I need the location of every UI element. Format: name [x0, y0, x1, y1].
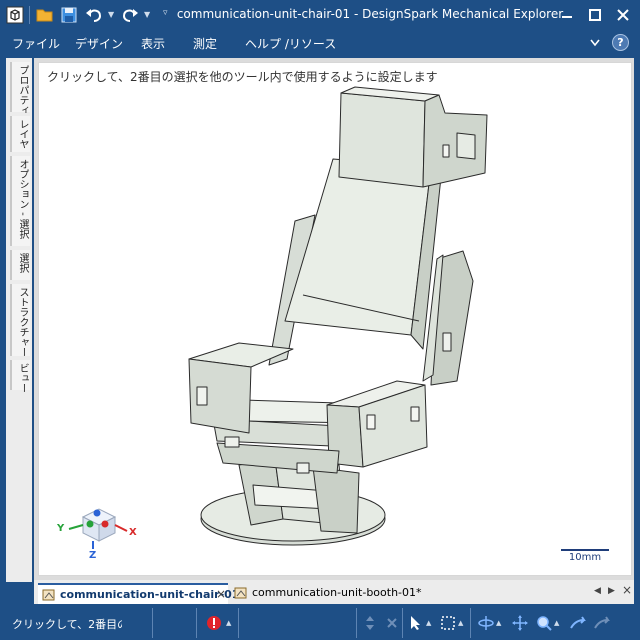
window-title: communication-unit-chair-01 - DesignSpar…: [176, 7, 564, 21]
zoom-icon[interactable]: [536, 615, 552, 631]
orbit-dropdown[interactable]: ▲: [496, 619, 501, 627]
close-document-icon[interactable]: ×: [622, 583, 632, 597]
triad-z-label: Z: [89, 550, 96, 561]
help-button[interactable]: ?: [612, 34, 629, 51]
menu-design[interactable]: デザイン: [75, 35, 123, 52]
app-window: ▼ ▼ ▿ communication-unit-chair-01 - Desi…: [0, 0, 640, 640]
close-icon[interactable]: [612, 4, 634, 26]
status-divider: [196, 608, 197, 638]
close-tab-icon[interactable]: ×: [216, 587, 226, 601]
spinner-icon[interactable]: [362, 615, 378, 631]
side-tab-label: ビュー: [17, 363, 28, 393]
document-icon: [42, 589, 55, 601]
pan-icon[interactable]: [512, 615, 528, 631]
chair-model[interactable]: X Y Z: [39, 63, 633, 577]
ribbon-collapse-icon[interactable]: [590, 39, 600, 47]
side-tab-label: オプション - 選択: [17, 159, 28, 239]
side-tab-label: ストラクチャー: [17, 287, 28, 357]
side-tab-label: 選択: [17, 253, 28, 273]
status-message: クリックして、2番目の選択を他のツール内で使用するように設定します: [12, 618, 122, 631]
side-tab-structure[interactable]: ストラクチャー: [10, 284, 30, 357]
zoom-dropdown[interactable]: ▲: [554, 619, 559, 627]
side-tab-label: レイヤ: [17, 119, 28, 149]
status-divider: [470, 608, 471, 638]
status-divider: [356, 608, 357, 638]
menu-measure[interactable]: 測定: [193, 35, 217, 52]
tab-scroll-left-icon[interactable]: ◀: [594, 586, 601, 596]
side-tab-label: プロパティ: [17, 65, 28, 115]
side-tab-select[interactable]: 選択: [10, 250, 30, 280]
tab-chair-document[interactable]: communication-unit-chair-01 ×: [38, 583, 239, 604]
side-tab-properties[interactable]: プロパティ: [10, 62, 30, 115]
minimize-icon[interactable]: [556, 4, 578, 26]
menu-bar: ファイル デザイン 表示 測定 ヘルプ /リソース ?: [0, 30, 640, 56]
status-divider: [152, 608, 153, 638]
menu-help-resources[interactable]: ヘルプ /リソース: [245, 35, 336, 52]
scale-bar: 10mm: [561, 549, 609, 563]
box-select-dropdown[interactable]: ▲: [458, 619, 463, 627]
tab-label: communication-unit-chair-01: [60, 588, 240, 601]
previous-view-icon[interactable]: [570, 615, 586, 631]
next-view-icon[interactable]: [594, 615, 610, 631]
tab-label: communication-unit-booth-01*: [252, 586, 422, 599]
menu-file[interactable]: ファイル: [12, 35, 60, 52]
side-tab-views[interactable]: ビュー: [10, 360, 30, 393]
scale-label: 10mm: [568, 552, 602, 563]
maximize-icon[interactable]: [584, 4, 606, 26]
triad-x-label: X: [129, 527, 137, 538]
design-viewport[interactable]: クリックして、2番目の選択を他のツール内で使用するように設定します X Y Z …: [38, 62, 632, 576]
error-dropdown[interactable]: ▲: [226, 619, 231, 627]
spin-icon[interactable]: [384, 615, 400, 631]
document-icon: [234, 587, 247, 599]
title-bar: ▼ ▼ ▿ communication-unit-chair-01 - Desi…: [0, 0, 640, 30]
error-icon[interactable]: [206, 615, 222, 631]
select-arrow-icon[interactable]: [408, 615, 424, 631]
box-select-icon[interactable]: [440, 615, 456, 631]
status-divider: [402, 608, 403, 638]
orbit-icon[interactable]: [478, 615, 494, 631]
status-divider: [238, 608, 239, 638]
side-panel-tabs: プロパティ レイヤ オプション - 選択 選択 ストラクチャー ビュー: [6, 58, 32, 582]
select-dropdown[interactable]: ▲: [426, 619, 431, 627]
triad-y-label: Y: [56, 523, 65, 534]
tab-booth-document[interactable]: communication-unit-booth-01*: [230, 583, 422, 604]
tab-scroll-right-icon[interactable]: ▶: [608, 586, 615, 596]
document-tabs: communication-unit-chair-01 × communicat…: [34, 580, 634, 604]
menu-view[interactable]: 表示: [141, 35, 165, 52]
orientation-triad: X Y Z: [56, 508, 137, 561]
side-tab-options-select[interactable]: オプション - 選択: [10, 156, 30, 246]
status-bar: クリックして、2番目の選択を他のツール内で使用するように設定します ▲ ▲ ▲: [0, 606, 640, 640]
side-tab-layers[interactable]: レイヤ: [10, 116, 30, 152]
